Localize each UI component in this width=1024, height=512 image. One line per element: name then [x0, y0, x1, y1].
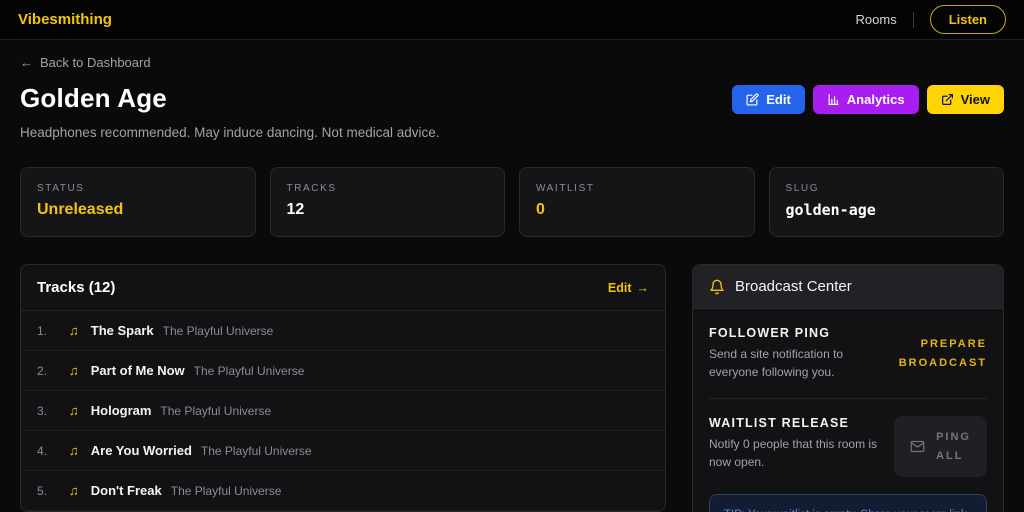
stats-row: STATUS Unreleased TRACKS 12 WAITLIST 0 S… [20, 167, 1004, 237]
stat-card-waitlist: WAITLIST 0 [519, 167, 755, 237]
stat-card-tracks: TRACKS 12 [269, 167, 505, 237]
track-row[interactable]: 1. ♫ The Spark The Playful Universe [21, 311, 665, 351]
waitlist-release-title: WAITLIST RELEASE [709, 416, 850, 430]
track-number: 3. [37, 403, 48, 418]
nav-link-rooms[interactable]: Rooms [856, 12, 897, 27]
prepare-broadcast-button[interactable]: PREPARE BROADCAST [899, 335, 987, 372]
tracks-edit-label: Edit [607, 280, 632, 295]
page-title: Golden Age [20, 83, 167, 113]
stat-card-status: STATUS Unreleased [20, 167, 256, 237]
track-artist: The Playful Universe [200, 443, 312, 458]
music-note-icon: ♫ [69, 363, 79, 378]
follower-ping-text: FOLLOWER PING Send a site notification t… [709, 326, 887, 381]
track-number: 1. [37, 323, 48, 338]
brand-logo[interactable]: Vibesmithing [18, 11, 112, 28]
track-row[interactable]: 4. ♫ Are You Worried The Playful Univers… [21, 431, 665, 471]
analytics-button[interactable]: Analytics [812, 85, 919, 114]
tracks-panel-header: Tracks (12) Edit → [21, 265, 665, 311]
track-number: 2. [37, 363, 48, 378]
view-button-label: View [960, 92, 990, 107]
track-title: Are You Worried [90, 443, 192, 458]
listen-button[interactable]: Listen [929, 5, 1006, 34]
stat-value-waitlist: 0 [536, 201, 545, 218]
track-artist: The Playful Universe [170, 483, 282, 498]
title-row: Golden Age Edit Analytics View [20, 83, 1004, 114]
action-buttons: Edit Analytics View [732, 85, 1004, 114]
stat-label: SLUG [785, 183, 820, 194]
stat-value-status: Unreleased [37, 201, 124, 218]
arrow-right-icon: → [636, 280, 650, 295]
external-link-icon [941, 94, 953, 105]
page-content: ← Back to Dashboard Golden Age Edit Anal… [0, 55, 1024, 512]
follower-ping-title: FOLLOWER PING [709, 326, 831, 340]
section-divider [709, 398, 987, 399]
track-number: 5. [37, 483, 48, 498]
view-button[interactable]: View [926, 85, 1004, 114]
edit-pencil-icon [746, 93, 759, 106]
top-nav: Vibesmithing Rooms Listen [0, 0, 1024, 40]
nav-divider [912, 11, 914, 28]
analytics-button-label: Analytics [846, 92, 905, 107]
stat-label: TRACKS [286, 183, 337, 194]
page-subtitle: Headphones recommended. May induce danci… [20, 125, 440, 140]
main-grid: Tracks (12) Edit → 1. ♫ The Spark The Pl… [20, 264, 1004, 512]
edit-button[interactable]: Edit [732, 85, 805, 114]
ping-all-button[interactable]: PING ALL [894, 416, 987, 478]
tracks-edit-link[interactable]: Edit → [608, 281, 649, 295]
track-artist: The Playful Universe [193, 363, 305, 378]
follower-ping-desc: Send a site notification to everyone fol… [709, 347, 844, 379]
waitlist-release-section: WAITLIST RELEASE Notify 0 people that th… [709, 416, 987, 478]
stat-value-slug: golden-age [785, 201, 876, 219]
track-title: Part of Me Now [90, 363, 185, 378]
track-title: Hologram [90, 403, 152, 418]
stat-card-slug: SLUG golden-age [768, 167, 1004, 237]
music-note-icon: ♫ [69, 443, 79, 458]
track-artist: The Playful Universe [160, 403, 272, 418]
waitlist-release-desc: Notify 0 people that this room is now op… [709, 437, 878, 469]
ping-all-label: PING ALL [936, 431, 971, 462]
track-title: Don't Freak [90, 483, 162, 498]
edit-button-label: Edit [766, 92, 791, 107]
track-row[interactable]: 3. ♫ Hologram The Playful Universe [21, 391, 665, 431]
music-note-icon: ♫ [69, 483, 79, 498]
stat-label: STATUS [37, 183, 85, 194]
bell-icon [710, 279, 724, 294]
back-to-dashboard-link[interactable]: ← Back to Dashboard [20, 55, 151, 70]
broadcast-center-header: Broadcast Center [693, 265, 1003, 309]
waitlist-tip-box: TIP: Your waitlist is empty. Share your … [709, 494, 987, 512]
follower-ping-section: FOLLOWER PING Send a site notification t… [709, 326, 987, 381]
tracks-panel: Tracks (12) Edit → 1. ♫ The Spark The Pl… [20, 264, 666, 512]
track-row[interactable]: 5. ♫ Don't Freak The Playful Universe [21, 471, 665, 511]
stat-value-tracks: 12 [286, 201, 305, 218]
back-label: Back to Dashboard [40, 55, 151, 70]
back-arrow-icon: ← [20, 55, 33, 70]
stat-label: WAITLIST [536, 183, 595, 194]
track-row[interactable]: 2. ♫ Part of Me Now The Playful Universe [21, 351, 665, 391]
tracks-panel-title: Tracks (12) [37, 279, 116, 296]
music-note-icon: ♫ [69, 323, 79, 338]
broadcast-center-title: Broadcast Center [735, 278, 852, 295]
broadcast-center-body: FOLLOWER PING Send a site notification t… [693, 309, 1003, 512]
music-note-icon: ♫ [69, 403, 79, 418]
track-artist: The Playful Universe [162, 323, 274, 338]
track-title: The Spark [90, 323, 154, 338]
broadcast-center-panel: Broadcast Center FOLLOWER PING Send a si… [692, 264, 1004, 512]
nav-right: Rooms Listen [856, 5, 1006, 34]
track-number: 4. [37, 443, 48, 458]
envelope-icon [910, 441, 925, 453]
bar-chart-icon [828, 94, 839, 105]
waitlist-release-text: WAITLIST RELEASE Notify 0 people that th… [709, 416, 882, 477]
